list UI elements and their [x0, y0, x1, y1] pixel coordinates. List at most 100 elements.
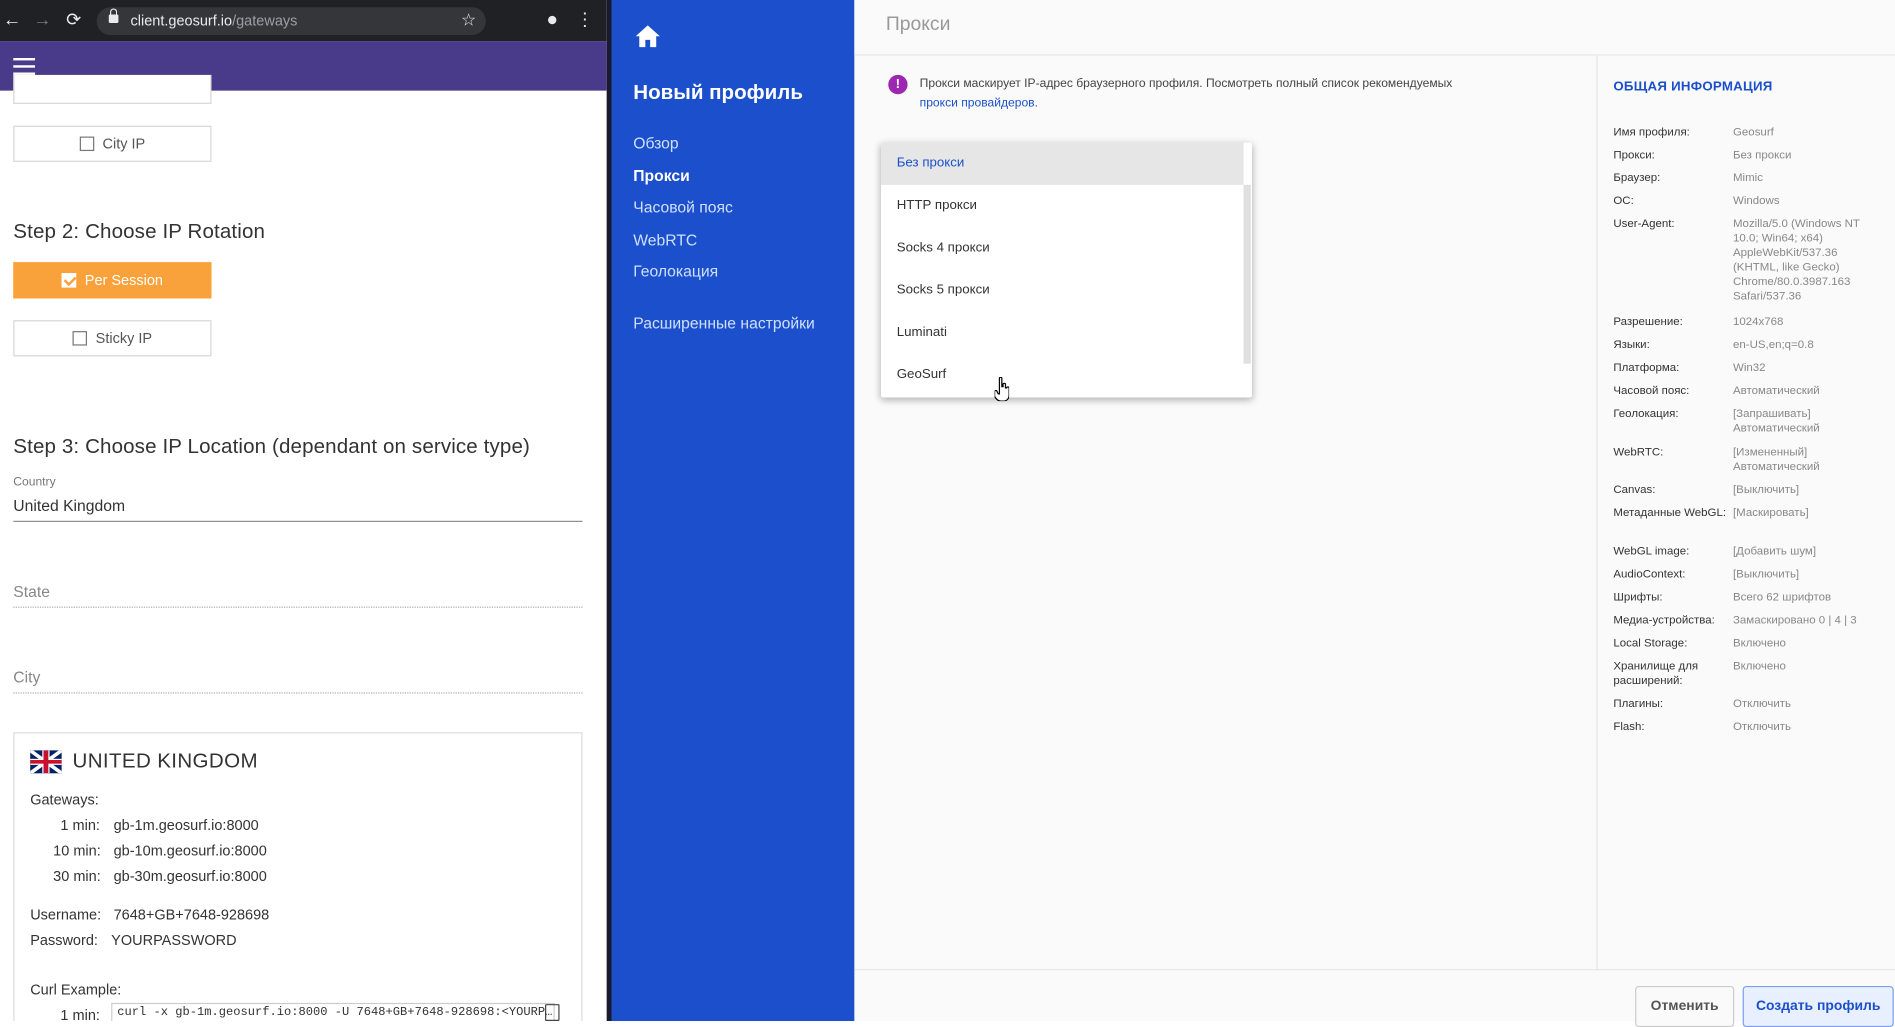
summary-key: Canvas:: [1613, 483, 1656, 497]
summary-key: Flash:: [1613, 720, 1645, 734]
per-session-label: Per Session: [84, 271, 163, 289]
summary-key: Прокси:: [1613, 148, 1655, 162]
sidebar-item-webrtc[interactable]: WebRTC: [633, 231, 697, 249]
copy-icon[interactable]: [545, 1004, 560, 1022]
proxy-option-none[interactable]: Без прокси: [880, 142, 1244, 185]
password-label: Password:: [30, 931, 98, 949]
geosurf-browser-window: ← → ⟳ client.geosurf.io/gateways ☆ ● ⋮ C…: [0, 0, 607, 1022]
reload-icon[interactable]: ⟳: [64, 10, 83, 30]
checkbox-checked-icon: [61, 273, 77, 288]
summary-key: Часовой пояс:: [1613, 384, 1690, 398]
checkbox-icon: [79, 136, 95, 152]
curl-command[interactable]: curl -x gb-1m.geosurf.io:8000 -U 7648+GB…: [111, 1002, 555, 1022]
summary-value: Всего 62 шрифтов: [1732, 590, 1832, 605]
summary-title: ОБЩАЯ ИНФОРМАЦИЯ: [1613, 79, 1773, 95]
gateways-label: Gateways:: [30, 791, 99, 809]
state-select[interactable]: State: [13, 582, 50, 600]
summary-key: Платформа:: [1613, 361, 1680, 375]
country-label: Country: [13, 476, 56, 490]
app-main: Прокси ! Прокси маскирует IP-адрес брауз…: [854, 0, 1895, 1027]
proxy-option-geosurf[interactable]: GeoSurf: [881, 354, 1244, 396]
summary-key: ОС:: [1613, 194, 1634, 208]
summary-value: Mimic: [1732, 171, 1763, 185]
account-icon[interactable]: ●: [543, 10, 562, 30]
summary-value: Mozilla/5.0 (Windows NT 10.0; Win64; x64…: [1732, 217, 1860, 304]
summary-key: Имя профиля:: [1613, 125, 1690, 139]
uk-flag-icon: [30, 750, 62, 774]
option-cut-off[interactable]: [13, 74, 212, 104]
summary-key: Языки:: [1613, 338, 1650, 352]
summary-panel: ОБЩАЯ ИНФОРМАЦИЯ Имя профиля: Geosurf Прок…: [1596, 55, 1895, 971]
step3-title: Step 3: Choose IP Location (dependant on…: [13, 434, 530, 458]
gateway-time: 30 min:: [53, 867, 101, 885]
summary-value: [Запрашивать] Автоматический: [1732, 407, 1820, 435]
sticky-ip-option[interactable]: Sticky IP: [13, 320, 212, 357]
main-header: Прокси: [854, 0, 1895, 56]
summary-value: [Выключить]: [1732, 483, 1800, 497]
proxy-option-luminati[interactable]: Luminati: [881, 312, 1244, 354]
city-ip-option[interactable]: City IP: [13, 125, 212, 162]
summary-value: Geosurf: [1732, 125, 1774, 139]
summary-value: [Измененный] Автоматический: [1732, 445, 1820, 474]
hamburger-menu-icon[interactable]: [13, 57, 36, 75]
summary-value: en-US,en;q=0.8: [1732, 338, 1814, 352]
summary-key: User-Agent:: [1613, 217, 1675, 231]
state-underline: [13, 606, 583, 609]
country-underline: [13, 520, 583, 522]
gateway-host: gb-30m.geosurf.io:8000: [113, 867, 267, 885]
summary-key: Local Storage:: [1613, 636, 1688, 651]
city-ip-label: City IP: [102, 135, 146, 153]
proxy-option-socks4[interactable]: Socks 4 прокси: [881, 227, 1244, 269]
summary-value: Без прокси: [1732, 148, 1792, 162]
password-value: YOURPASSWORD: [111, 931, 237, 949]
sticky-ip-label: Sticky IP: [95, 329, 153, 347]
sidebar-item-timezone[interactable]: Часовой пояс: [633, 198, 733, 216]
summary-value: Включено: [1732, 659, 1786, 674]
forward-arrow-icon[interactable]: →: [33, 10, 52, 30]
back-arrow-icon[interactable]: ←: [2, 10, 21, 30]
summary-value: 1024x768: [1732, 315, 1784, 329]
summary-key: Шрифты:: [1613, 590, 1663, 605]
curl-time: 1 min:: [60, 1006, 100, 1022]
sidebar-item-geolocation[interactable]: Геолокация: [633, 262, 718, 280]
proxy-option-socks5[interactable]: Socks 5 прокси: [881, 269, 1244, 311]
address-bar[interactable]: client.geosurf.io/gateways ☆: [96, 7, 486, 36]
sidebar-item-advanced[interactable]: Расширенные настройки: [633, 314, 815, 332]
sidebar-item-overview[interactable]: Обзор: [633, 134, 678, 152]
summary-key: Плагины:: [1613, 697, 1664, 711]
lock-icon: [108, 8, 119, 23]
address-url: client.geosurf.io/gateways: [130, 12, 298, 29]
more-menu-icon[interactable]: ⋮: [575, 10, 594, 30]
hand-cursor-icon: [994, 376, 1010, 402]
bookmark-star-icon[interactable]: ☆: [461, 10, 476, 31]
country-select[interactable]: United Kingdom: [13, 497, 125, 515]
summary-value: [Маскировать]: [1732, 506, 1809, 520]
home-icon[interactable]: [634, 24, 661, 48]
summary-value: Отключить: [1732, 720, 1792, 734]
summary-key: Метаданные WebGL:: [1613, 506, 1727, 520]
sidebar-item-proxy[interactable]: Прокси: [633, 167, 690, 185]
proxy-option-http[interactable]: HTTP прокси: [881, 185, 1244, 227]
summary-key: Хранилище для расширений:: [1613, 659, 1699, 688]
summary-key: WebRTC:: [1613, 445, 1664, 460]
summary-key: AudioContext:: [1613, 567, 1686, 582]
summary-value: Автоматический: [1732, 384, 1820, 398]
proxy-providers-link[interactable]: прокси провайдеров.: [920, 97, 1038, 110]
info-text: Прокси маскирует IP-адрес браузерного пр…: [919, 77, 1453, 91]
gateway-host: gb-10m.geosurf.io:8000: [113, 842, 267, 860]
summary-value: Включено: [1732, 636, 1786, 651]
dropdown-scrollbar[interactable]: [1243, 184, 1251, 364]
curl-label: Curl Example:: [30, 981, 122, 999]
proxy-type-dropdown[interactable]: Без прокси HTTP прокси Socks 4 прокси So…: [880, 142, 1253, 398]
step2-title: Step 2: Choose IP Rotation: [13, 219, 266, 243]
gateway-time: 1 min:: [60, 816, 100, 834]
username-label: Username:: [30, 906, 102, 924]
summary-key: Медиа-устройства:: [1613, 613, 1715, 628]
info-icon: !: [888, 74, 908, 95]
page-title: Прокси: [885, 14, 951, 36]
per-session-option[interactable]: Per Session: [13, 262, 212, 299]
city-select[interactable]: City: [13, 668, 40, 686]
summary-value: Замаскировано 0 | 4 | 3: [1732, 613, 1857, 628]
summary-value: Windows: [1732, 194, 1780, 208]
gateway-card: UNITED KINGDOM Gateways: 1 min: gb-1m.ge…: [13, 732, 583, 1022]
